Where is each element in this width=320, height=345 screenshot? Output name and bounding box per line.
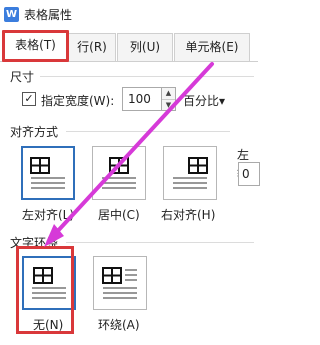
- align-right-table-icon: [173, 157, 208, 189]
- width-input[interactable]: 100: [122, 87, 162, 111]
- align-right-label: 右对齐(H): [161, 208, 216, 222]
- align-left-option[interactable]: [21, 146, 75, 200]
- size-section-label: 尺寸: [10, 70, 35, 84]
- align-left-table-icon: [30, 157, 65, 189]
- tab-row[interactable]: 行(R): [68, 33, 116, 61]
- wrap-around-option[interactable]: [93, 256, 147, 310]
- wrap-around-table-icon: [102, 267, 137, 299]
- tab-column[interactable]: 列(U): [117, 33, 173, 61]
- wrapping-section-label: 文字环绕: [10, 236, 59, 250]
- tab-cell[interactable]: 单元格(E): [174, 33, 250, 61]
- specify-width-checkbox[interactable]: ✓: [22, 92, 36, 106]
- align-left-label: 左对齐(L): [22, 208, 75, 222]
- alignment-section-label: 对齐方式: [10, 125, 59, 139]
- title-bar: W 表格属性: [0, 0, 258, 28]
- align-center-option[interactable]: [92, 146, 146, 200]
- width-unit-select[interactable]: 百分比▾: [183, 92, 225, 109]
- tab-strip: 表格(T) 行(R) 列(U) 单元格(E): [0, 28, 258, 62]
- wrap-around-label: 环绕(A): [98, 318, 140, 332]
- tab-table[interactable]: 表格(T): [4, 31, 67, 62]
- alignment-section-divider: [66, 131, 230, 132]
- wrap-none-table-icon: [32, 267, 66, 299]
- indent-input[interactable]: 0: [238, 162, 260, 186]
- width-spinner[interactable]: ▲ ▼: [162, 87, 176, 111]
- dialog-title: 表格属性: [24, 7, 73, 22]
- spin-down-icon[interactable]: ▼: [162, 99, 175, 110]
- spin-up-icon[interactable]: ▲: [162, 88, 175, 99]
- specify-width-label: 指定宽度(W):: [41, 94, 115, 108]
- align-center-table-icon: [102, 157, 136, 189]
- wrap-none-option[interactable]: [22, 256, 76, 310]
- wps-writer-icon: W: [4, 6, 19, 22]
- align-right-option[interactable]: [163, 146, 217, 200]
- wrapping-section-divider: [66, 242, 254, 243]
- wrap-none-label: 无(N): [33, 318, 64, 332]
- align-center-label: 居中(C): [98, 208, 140, 222]
- size-section-divider: [40, 76, 254, 77]
